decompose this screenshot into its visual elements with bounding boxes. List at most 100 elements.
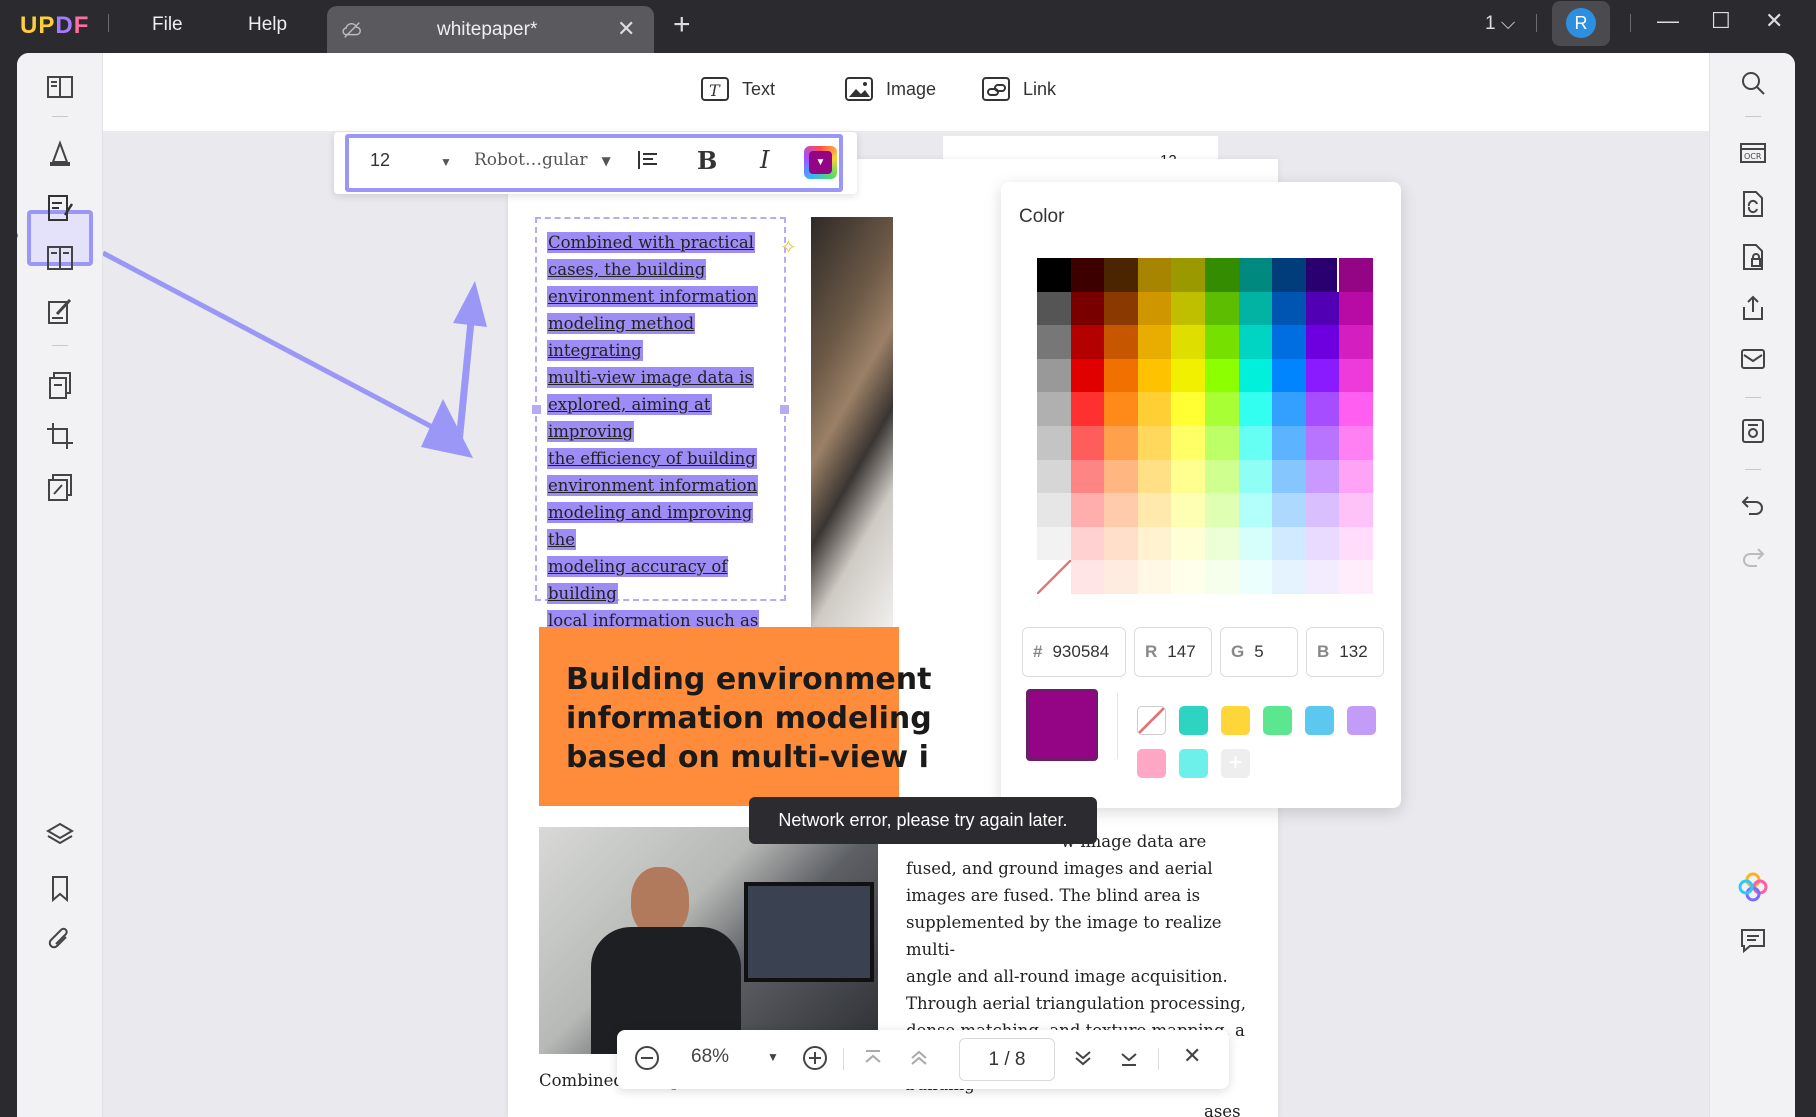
- last-page-button[interactable]: [1117, 1046, 1141, 1076]
- search-icon[interactable]: [1733, 63, 1773, 103]
- color-swatch[interactable]: [1272, 392, 1306, 426]
- color-swatch[interactable]: [1272, 325, 1306, 359]
- reader-mode-icon[interactable]: [40, 67, 80, 107]
- color-swatch[interactable]: [1272, 258, 1306, 292]
- color-swatch[interactable]: [1305, 291, 1340, 326]
- color-swatch[interactable]: [1037, 258, 1071, 292]
- close-nav-icon[interactable]: ✕: [1183, 1043, 1201, 1069]
- color-swatch[interactable]: [1104, 493, 1138, 527]
- first-page-button[interactable]: [861, 1046, 885, 1076]
- color-swatch[interactable]: [1339, 459, 1373, 494]
- color-swatch[interactable]: [1037, 358, 1071, 393]
- color-swatch[interactable]: [1137, 493, 1172, 527]
- crop-icon[interactable]: [40, 416, 80, 456]
- color-swatch[interactable]: [1137, 526, 1172, 561]
- color-swatch[interactable]: [1204, 291, 1239, 326]
- previous-page-button[interactable]: [907, 1046, 931, 1076]
- align-left-button[interactable]: [636, 148, 660, 177]
- color-swatch[interactable]: [1171, 526, 1205, 561]
- convert-icon[interactable]: [1733, 184, 1773, 224]
- color-swatch[interactable]: [1204, 526, 1239, 561]
- color-swatch[interactable]: [1171, 358, 1205, 393]
- color-swatch[interactable]: [1339, 493, 1373, 527]
- color-swatch[interactable]: [1238, 560, 1273, 594]
- color-swatch[interactable]: [1238, 291, 1273, 326]
- color-swatch[interactable]: [1337, 256, 1375, 294]
- color-swatch[interactable]: [1137, 392, 1172, 426]
- color-swatch[interactable]: [1339, 526, 1373, 561]
- color-swatch[interactable]: [1339, 291, 1373, 326]
- menu-file[interactable]: File: [152, 14, 183, 36]
- layers-icon[interactable]: [40, 815, 80, 855]
- color-swatch[interactable]: [1305, 392, 1340, 426]
- bold-button[interactable]: B: [697, 146, 717, 175]
- color-swatch[interactable]: [1238, 358, 1273, 393]
- preset-color-swatch[interactable]: [1137, 749, 1166, 778]
- ocr-icon[interactable]: OCR: [1733, 133, 1773, 173]
- zoom-out-button[interactable]: [633, 1044, 661, 1078]
- color-swatch[interactable]: [1272, 459, 1306, 494]
- color-swatch[interactable]: [1305, 526, 1340, 561]
- color-swatch[interactable]: [1204, 392, 1239, 426]
- close-tab-icon[interactable]: ✕: [617, 16, 635, 42]
- color-swatch[interactable]: [1104, 325, 1138, 359]
- color-swatch[interactable]: [1070, 425, 1105, 460]
- color-swatch[interactable]: [1104, 459, 1138, 494]
- email-icon[interactable]: [1733, 339, 1773, 379]
- color-swatch[interactable]: [1238, 459, 1273, 494]
- color-swatch[interactable]: [1238, 526, 1273, 561]
- color-swatch[interactable]: [1070, 392, 1105, 426]
- color-swatch[interactable]: [1137, 358, 1172, 393]
- color-swatch[interactable]: [1070, 291, 1105, 326]
- preset-color-swatch[interactable]: [1347, 706, 1376, 735]
- color-swatch[interactable]: [1037, 459, 1071, 494]
- page-number-input[interactable]: 1 / 8: [959, 1038, 1055, 1081]
- add-text-button[interactable]: T Text: [700, 75, 775, 103]
- color-swatch[interactable]: [1137, 258, 1172, 292]
- close-window-button[interactable]: ✕: [1765, 8, 1783, 34]
- color-swatch[interactable]: [1272, 560, 1306, 594]
- color-swatch[interactable]: [1104, 358, 1138, 393]
- color-swatch[interactable]: [1070, 493, 1105, 527]
- color-swatch[interactable]: [1305, 560, 1340, 594]
- sparkle-icon[interactable]: ✧: [780, 235, 797, 260]
- color-swatch[interactable]: [1137, 560, 1172, 594]
- color-swatch[interactable]: [1171, 258, 1205, 292]
- save-icon[interactable]: [1733, 411, 1773, 451]
- preset-color-swatch[interactable]: [1221, 706, 1250, 735]
- preset-color-swatch[interactable]: [1179, 706, 1208, 735]
- color-swatch[interactable]: [1070, 325, 1105, 359]
- color-swatch[interactable]: [1238, 392, 1273, 426]
- text-color-button[interactable]: ▼: [804, 146, 837, 179]
- undo-icon[interactable]: [1733, 485, 1773, 525]
- zoom-level[interactable]: 68%: [691, 1046, 729, 1068]
- green-input[interactable]: G5: [1220, 627, 1298, 677]
- menu-help[interactable]: Help: [248, 14, 287, 36]
- color-swatch[interactable]: [1305, 325, 1340, 359]
- chevron-down-icon[interactable]: ▼: [767, 1050, 779, 1064]
- color-swatch[interactable]: [1171, 459, 1205, 494]
- color-swatch[interactable]: [1305, 493, 1340, 527]
- color-swatch[interactable]: [1070, 560, 1105, 594]
- red-input[interactable]: R 147: [1134, 627, 1212, 677]
- color-swatch[interactable]: [1339, 325, 1373, 359]
- color-swatch[interactable]: [1037, 291, 1071, 326]
- hex-input[interactable]: #930584: [1022, 627, 1126, 677]
- color-swatch[interactable]: [1305, 258, 1340, 292]
- color-swatch[interactable]: [1272, 425, 1306, 460]
- next-page-button[interactable]: [1071, 1046, 1095, 1076]
- font-size-select[interactable]: 12 ▼: [370, 150, 452, 171]
- maximize-button[interactable]: ☐: [1711, 8, 1731, 34]
- add-color-button[interactable]: +: [1221, 749, 1250, 778]
- no-color-swatch[interactable]: [1137, 706, 1166, 735]
- ai-assistant-icon[interactable]: [1733, 867, 1773, 907]
- color-swatch[interactable]: [1272, 493, 1306, 527]
- color-swatch[interactable]: [1104, 258, 1138, 292]
- color-swatch[interactable]: [1339, 358, 1373, 393]
- form-edit-icon[interactable]: [40, 291, 80, 331]
- color-swatch[interactable]: [1037, 493, 1071, 527]
- color-swatch[interactable]: [1238, 493, 1273, 527]
- page-layout-icon[interactable]: [40, 238, 80, 278]
- color-swatch[interactable]: [1204, 258, 1239, 292]
- minimize-button[interactable]: —: [1657, 8, 1679, 34]
